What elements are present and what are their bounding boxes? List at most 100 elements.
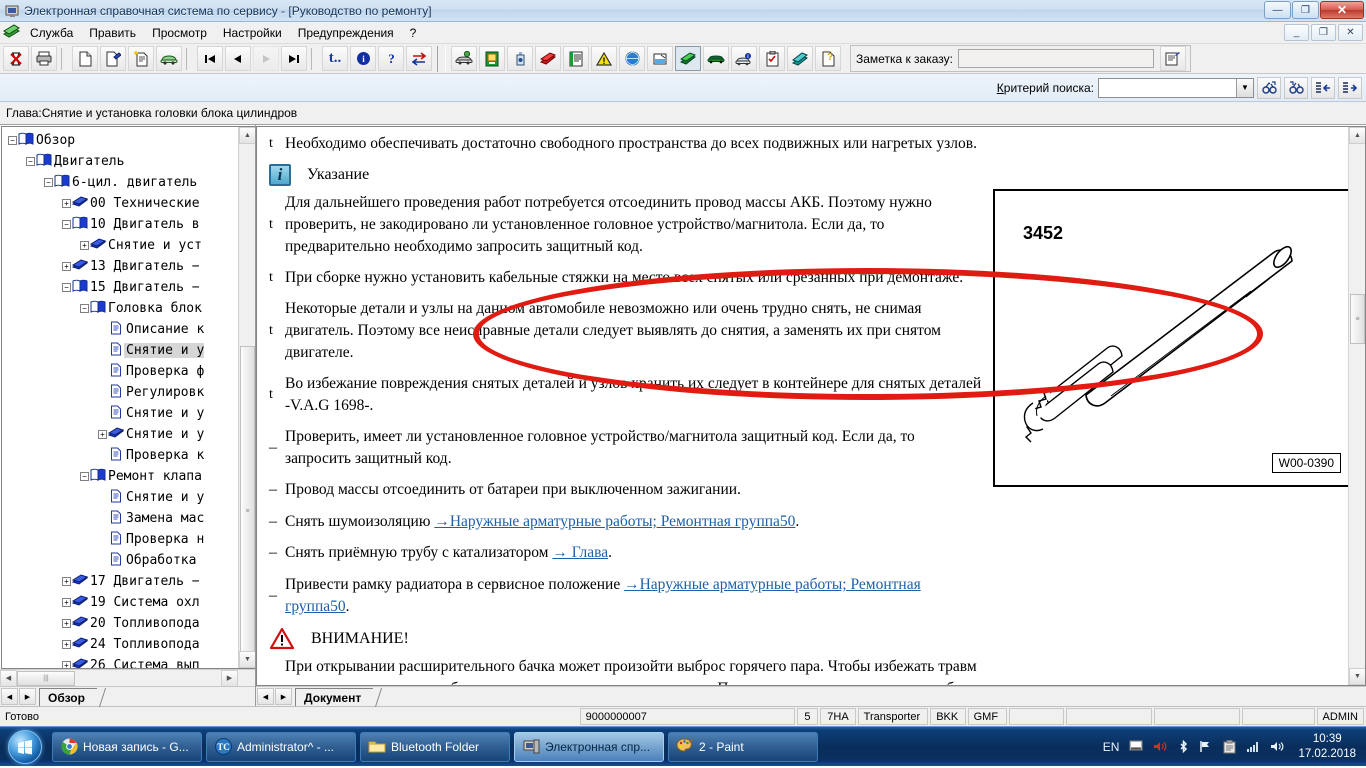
tree-node[interactable]: Замена мас xyxy=(2,508,255,529)
tab-scroll-left[interactable]: ◀ xyxy=(1,688,18,705)
tree-node[interactable]: +17 Двигатель − xyxy=(2,571,255,592)
new-page-button[interactable] xyxy=(128,46,154,71)
chevron-down-icon[interactable]: ▼ xyxy=(1236,78,1253,97)
tree-vertical-scrollbar[interactable]: ▲ ≡ ▼ xyxy=(238,127,255,668)
tree-node[interactable]: − 15 Двигатель − xyxy=(2,277,255,298)
tree-node[interactable]: + Снятие и у xyxy=(2,424,255,445)
tree-node[interactable]: +24 Топливопода xyxy=(2,634,255,655)
menu-item-warnings[interactable]: Предупреждения xyxy=(290,24,402,42)
expand-icon[interactable]: + xyxy=(62,598,71,607)
first-page-button[interactable] xyxy=(197,46,223,71)
volume-icon[interactable] xyxy=(1270,740,1285,753)
taskitem-chrome[interactable]: Новая запись - G... xyxy=(52,731,202,762)
order-note-button[interactable] xyxy=(1159,46,1186,71)
scroll-up-button[interactable]: ▲ xyxy=(239,127,255,144)
document-content[interactable]: t Необходимо обеспечивать достаточно своб… xyxy=(257,127,993,685)
list-button[interactable] xyxy=(563,46,589,71)
clock[interactable]: 10:39 17.02.2018 xyxy=(1298,732,1356,762)
tree-node[interactable]: Проверка ф xyxy=(2,361,255,382)
help-doc-button[interactable]: ? xyxy=(815,46,841,71)
print-button[interactable] xyxy=(31,46,57,71)
menu-item-help[interactable]: ? xyxy=(402,24,425,42)
tree-node[interactable]: + Снятие и уст xyxy=(2,235,255,256)
speaker-icon[interactable] xyxy=(1153,740,1168,753)
info-button[interactable]: i xyxy=(350,46,376,71)
maximize-button[interactable]: ❐ xyxy=(1292,1,1319,19)
edit-document-button[interactable] xyxy=(100,46,126,71)
next-page-button[interactable] xyxy=(253,46,279,71)
tree-node[interactable]: Описание к xyxy=(2,319,255,340)
tree-node[interactable]: +00 Технические xyxy=(2,193,255,214)
search-criterion-select[interactable]: ▼ xyxy=(1098,77,1254,98)
tree-node[interactable]: Проверка к xyxy=(2,445,255,466)
previous-page-button[interactable] xyxy=(225,46,251,71)
text-tool-button[interactable]: t.. xyxy=(322,46,348,71)
minimize-button[interactable]: — xyxy=(1264,1,1291,19)
green-book-button[interactable] xyxy=(675,46,701,71)
document-link[interactable]: →Наружные арматурные работы; Ремонтная г… xyxy=(434,513,795,530)
tree-node[interactable]: +19 Система охл xyxy=(2,592,255,613)
expand-icon[interactable]: + xyxy=(62,262,71,271)
tree-node[interactable]: − 10 Двигатель в xyxy=(2,214,255,235)
taskitem-elsa[interactable]: Электронная спр... xyxy=(514,731,664,762)
tree-node[interactable]: +26 Система вып xyxy=(2,655,255,668)
cancel-hourglass-button[interactable] xyxy=(3,46,29,71)
tree-node[interactable]: − Двигатель xyxy=(2,151,255,172)
clipboard-icon[interactable] xyxy=(1223,739,1236,754)
globe-button[interactable] xyxy=(619,46,645,71)
menu-item-settings[interactable]: Настройки xyxy=(215,24,290,42)
fluids-button[interactable] xyxy=(507,46,533,71)
tree-node[interactable]: − 6-цил. двигатель xyxy=(2,172,255,193)
scroll-down-button[interactable]: ▼ xyxy=(239,651,255,668)
collapse-all-button[interactable] xyxy=(1311,76,1335,99)
hscroll-thumb[interactable]: ||| xyxy=(17,670,75,686)
tree-horizontal-scrollbar[interactable]: ◀ ||| ▶ xyxy=(0,669,255,687)
collapse-icon[interactable]: − xyxy=(62,283,71,292)
collapse-icon[interactable]: − xyxy=(62,220,71,229)
expand-icon[interactable]: + xyxy=(62,640,71,649)
collapse-icon[interactable]: − xyxy=(44,178,53,187)
tree-node[interactable]: Снятие и у xyxy=(2,403,255,424)
taskitem-total-commander[interactable]: TC Administrator^ - ... xyxy=(206,731,356,762)
expand-icon[interactable]: + xyxy=(62,199,71,208)
doc-tab-scroll-left[interactable]: ◀ xyxy=(257,688,274,705)
tree-node[interactable]: − Обзор xyxy=(2,130,255,151)
tab-scroll-right[interactable]: ▶ xyxy=(19,688,36,705)
menu-item-service[interactable]: Служба xyxy=(22,24,81,42)
bluetooth-icon[interactable] xyxy=(1178,739,1189,754)
tab-overview[interactable]: Обзор xyxy=(39,688,97,706)
mdi-close-button[interactable]: ✕ xyxy=(1338,24,1363,41)
tree-node[interactable]: Снятие и у xyxy=(2,340,255,361)
document-vertical-scrollbar[interactable]: ▲ ≡ ▼ xyxy=(1348,127,1365,685)
checklist-button[interactable] xyxy=(759,46,785,71)
order-note-input[interactable] xyxy=(957,49,1154,68)
monitor-icon[interactable] xyxy=(1129,740,1143,753)
menu-item-view[interactable]: Просмотр xyxy=(144,24,215,42)
expand-icon[interactable]: + xyxy=(80,241,89,250)
search-next-button[interactable] xyxy=(1284,76,1308,99)
doc-scroll-down-button[interactable]: ▼ xyxy=(1349,668,1365,685)
last-page-button[interactable] xyxy=(281,46,307,71)
books-button[interactable] xyxy=(787,46,813,71)
tree-node[interactable]: Снятие и у xyxy=(2,487,255,508)
car-info-button[interactable]: i xyxy=(731,46,757,71)
menu-item-edit[interactable]: Править xyxy=(81,24,144,42)
collapse-icon[interactable]: − xyxy=(80,472,89,481)
repair-manual-button[interactable] xyxy=(535,46,561,71)
warning-button[interactable]: ! xyxy=(591,46,617,71)
expand-icon[interactable]: + xyxy=(62,661,71,668)
parts-catalog-button[interactable] xyxy=(479,46,505,71)
doc-scroll-thumb[interactable]: ≡ xyxy=(1350,294,1365,344)
tree-node[interactable]: Проверка н xyxy=(2,529,255,550)
container-button[interactable] xyxy=(647,46,673,71)
tree-node[interactable]: +13 Двигатель − xyxy=(2,256,255,277)
scroll-right-button[interactable]: ▶ xyxy=(221,669,238,687)
help-button[interactable]: ? xyxy=(378,46,404,71)
doc-scroll-up-button[interactable]: ▲ xyxy=(1349,127,1365,144)
expand-icon[interactable]: + xyxy=(62,619,71,628)
collapse-icon[interactable]: − xyxy=(8,136,17,145)
tree-node[interactable]: +20 Топливопода xyxy=(2,613,255,634)
tree-node[interactable]: Обработка xyxy=(2,550,255,571)
doc-tab-scroll-right[interactable]: ▶ xyxy=(275,688,292,705)
collapse-icon[interactable]: − xyxy=(26,157,35,166)
